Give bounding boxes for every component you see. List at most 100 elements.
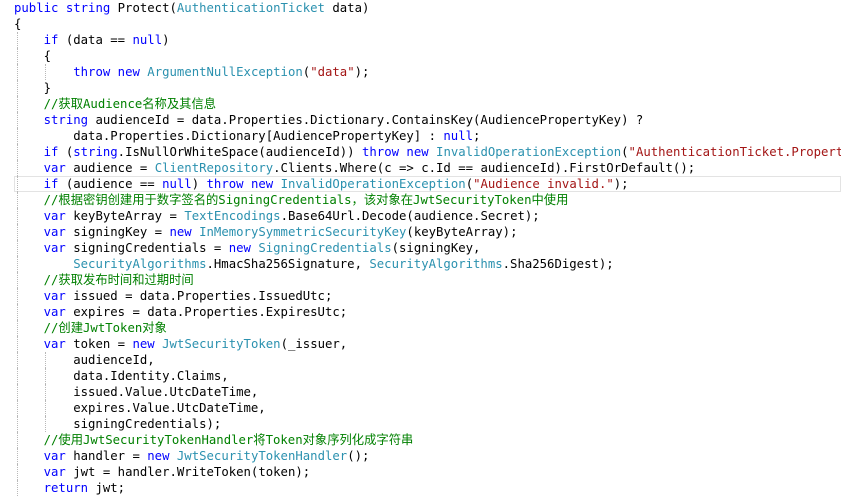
code-token: SecurityAlgorithms bbox=[73, 257, 207, 271]
indent-guide bbox=[17, 432, 18, 448]
code-line[interactable]: var issued = data.Properties.IssuedUtc; bbox=[14, 288, 841, 304]
code-line[interactable]: //获取发布时间和过期时间 bbox=[14, 272, 841, 288]
code-token: null bbox=[132, 33, 163, 47]
indent-guide bbox=[17, 320, 18, 336]
code-line[interactable]: //使用JwtSecurityTokenHandler将Token对象序列化成字… bbox=[14, 432, 841, 448]
code-token: var bbox=[43, 209, 66, 223]
indent-guide bbox=[17, 336, 18, 352]
indent-guide bbox=[17, 400, 18, 416]
code-token: var bbox=[43, 465, 66, 479]
code-token: var bbox=[43, 289, 66, 303]
indent-guide bbox=[17, 48, 18, 64]
code-token: expires.Value.UtcDateTime, bbox=[14, 401, 266, 415]
code-line[interactable]: var expires = data.Properties.ExpiresUtc… bbox=[14, 304, 841, 320]
code-lines[interactable]: public string Protect(AuthenticationTick… bbox=[14, 0, 841, 496]
code-token: "AuthenticationTicket.Properties doe bbox=[628, 145, 841, 159]
code-line[interactable]: //获取Audience名称及其信息 bbox=[14, 96, 841, 112]
code-token: InMemorySymmetricSecurityKey bbox=[199, 225, 407, 239]
code-line[interactable]: if (audience == null) throw new InvalidO… bbox=[14, 176, 841, 192]
indent-guide bbox=[17, 96, 18, 112]
code-line[interactable]: throw new ArgumentNullException("data"); bbox=[14, 64, 841, 80]
indent-guide bbox=[17, 416, 18, 432]
code-line[interactable]: var audience = ClientRepository.Clients.… bbox=[14, 160, 841, 176]
code-line[interactable]: var signingKey = new InMemorySymmetricSe… bbox=[14, 224, 841, 240]
code-token: ) bbox=[191, 177, 207, 191]
code-token: jwt = handler.WriteToken(token); bbox=[65, 465, 311, 479]
indent-guide bbox=[17, 480, 18, 496]
code-line[interactable]: if (string.IsNullOrWhiteSpace(audienceId… bbox=[14, 144, 841, 160]
code-line[interactable]: //创建JwtToken对象 bbox=[14, 320, 841, 336]
code-line[interactable]: SecurityAlgorithms.HmacSha256Signature, … bbox=[14, 256, 841, 272]
code-token: (keyByteArray); bbox=[406, 225, 518, 239]
code-token: if bbox=[43, 33, 59, 47]
code-token: .Clients.Where(c => c.Id == audienceId).… bbox=[273, 161, 696, 175]
code-token: audienceId, bbox=[14, 353, 155, 367]
code-line[interactable]: data.Properties.Dictionary[AudiencePrope… bbox=[14, 128, 841, 144]
indent-guide bbox=[17, 240, 18, 256]
code-token: (data == bbox=[58, 33, 133, 47]
code-line[interactable]: var signingCredentials = new SigningCred… bbox=[14, 240, 841, 256]
code-line[interactable]: var jwt = handler.WriteToken(token); bbox=[14, 464, 841, 480]
indent-guide bbox=[17, 368, 18, 384]
code-line[interactable]: data.Identity.Claims, bbox=[14, 368, 841, 384]
code-token: issued.Value.UtcDateTime, bbox=[14, 385, 259, 399]
code-token: var bbox=[43, 161, 66, 175]
code-token: jwt; bbox=[88, 481, 126, 495]
indent-guide bbox=[17, 304, 18, 320]
code-token: (_issuer, bbox=[280, 337, 348, 351]
code-token: return bbox=[43, 481, 89, 495]
code-line[interactable]: issued.Value.UtcDateTime, bbox=[14, 384, 841, 400]
code-line[interactable]: public string Protect(AuthenticationTick… bbox=[14, 0, 841, 16]
code-token: throw bbox=[206, 177, 244, 191]
code-line[interactable]: { bbox=[14, 16, 841, 32]
code-token: ); bbox=[354, 65, 370, 79]
code-token: InvalidOperationException bbox=[436, 145, 622, 159]
code-token: if bbox=[43, 177, 59, 191]
code-line[interactable]: signingCredentials); bbox=[14, 416, 841, 432]
code-line[interactable]: if (data == null) bbox=[14, 32, 841, 48]
indent-guide bbox=[17, 288, 18, 304]
code-token: token = bbox=[65, 337, 133, 351]
code-line[interactable]: audienceId, bbox=[14, 352, 841, 368]
code-token: { bbox=[14, 17, 22, 31]
code-line[interactable]: var keyByteArray = TextEncodings.Base64U… bbox=[14, 208, 841, 224]
code-token: JwtSecurityToken bbox=[162, 337, 281, 351]
code-token: .IsNullOrWhiteSpace(audienceId)) bbox=[117, 145, 362, 159]
code-token: expires = data.Properties.ExpiresUtc; bbox=[65, 305, 348, 319]
code-line[interactable]: expires.Value.UtcDateTime, bbox=[14, 400, 841, 416]
code-token: ; bbox=[473, 129, 481, 143]
code-line[interactable]: { bbox=[14, 48, 841, 64]
code-token: ClientRepository bbox=[154, 161, 274, 175]
code-token: Protect( bbox=[110, 1, 177, 15]
indent-guide bbox=[17, 224, 18, 240]
code-line[interactable]: var token = new JwtSecurityToken(_issuer… bbox=[14, 336, 841, 352]
code-line[interactable]: string audienceId = data.Properties.Dict… bbox=[14, 112, 841, 128]
code-token: //获取Audience名称及其信息 bbox=[43, 97, 217, 111]
code-line[interactable]: //根据密钥创建用于数字签名的SigningCredentials，该对象在Jw… bbox=[14, 192, 841, 208]
code-editor[interactable]: public string Protect(AuthenticationTick… bbox=[0, 0, 841, 497]
indent-guide bbox=[17, 352, 18, 368]
code-token: AuthenticationTicket bbox=[176, 1, 325, 15]
code-line[interactable]: } bbox=[14, 80, 841, 96]
code-token: ( bbox=[465, 177, 474, 191]
code-token: "data" bbox=[310, 65, 355, 79]
code-token: audienceId = data.Properties.Dictionary.… bbox=[88, 113, 644, 127]
code-line[interactable]: return jwt; bbox=[14, 480, 841, 496]
code-line[interactable]: var handler = new JwtSecurityTokenHandle… bbox=[14, 448, 841, 464]
